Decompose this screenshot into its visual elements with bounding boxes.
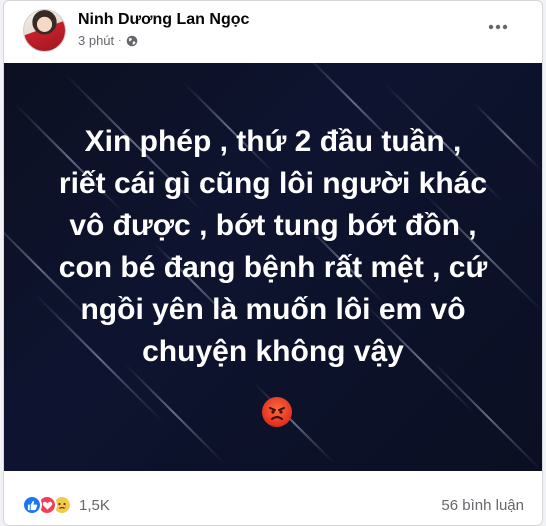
like-icon [22,495,42,515]
angry-face-emoji [262,397,292,427]
comment-count[interactable]: 56 bình luận [441,497,524,514]
more-options-icon[interactable] [484,13,512,41]
post-text-line: riết cái gì cũng lôi người khác [58,167,488,200]
post-text-line: chuyện không vậy [142,335,404,368]
post-text-line: vô được , bớt tung bớt đồn , [69,209,477,242]
post-meta: 3 phút · [78,33,138,48]
post-text-line: ngồi yên là muốn lôi em vô [80,293,466,326]
avatar[interactable] [23,9,66,52]
post-text-line: Xin phép , thứ 2 đầu tuần , [84,125,462,158]
post-text-line: con bé đang bệnh rất mệt , cứ [58,251,488,284]
meta-separator: · [118,35,122,46]
globe-icon[interactable] [126,35,138,47]
post-footer: 1,5K 56 bình luận [4,485,542,525]
post-card: Ninh Dương Lan Ngọc 3 phút · Xin phép , … [3,0,543,526]
reaction-count: 1,5K [79,496,110,514]
author-name[interactable]: Ninh Dương Lan Ngọc [78,11,249,29]
post-header: Ninh Dương Lan Ngọc 3 phút · [4,1,542,63]
reactions-summary[interactable]: 1,5K [22,495,110,515]
post-image[interactable]: Xin phép , thứ 2 đầu tuần , riết cái gì … [4,63,542,471]
post-time[interactable]: 3 phút [78,33,114,48]
post-text: Xin phép , thứ 2 đầu tuần , riết cái gì … [4,121,542,373]
